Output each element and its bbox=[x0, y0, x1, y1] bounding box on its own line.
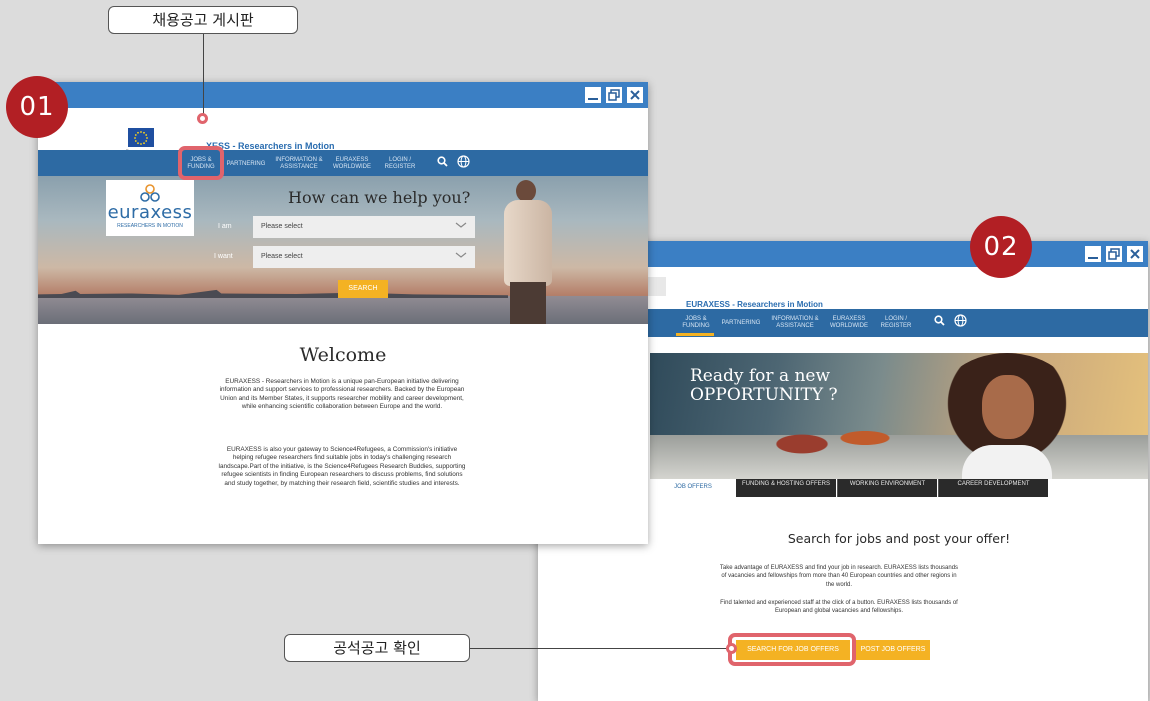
search-button[interactable]: SEARCH bbox=[338, 280, 388, 298]
nav-login-register[interactable]: LOGIN / REGISTER bbox=[381, 157, 419, 171]
site-title[interactable]: EURAXESS - Researchers in Motion bbox=[686, 300, 823, 309]
hero-photo bbox=[932, 353, 1082, 479]
tab-funding-hosting[interactable]: FUNDING & HOSTING OFFERS bbox=[736, 479, 836, 497]
active-nav-indicator bbox=[676, 333, 714, 336]
maximize-button[interactable] bbox=[605, 86, 623, 104]
nav-information-assistance[interactable]: INFORMATION & ASSISTANCE bbox=[770, 316, 820, 330]
hero-banner: euraxess RESEARCHERS IN MOTION How can w… bbox=[38, 176, 648, 324]
hero-banner: Ready for a new OPPORTUNITY ? bbox=[650, 353, 1148, 479]
main-navigation: JOBS & FUNDING PARTNERING INFORMATION & … bbox=[38, 150, 648, 177]
i-am-label: I am bbox=[218, 223, 232, 230]
welcome-paragraph-2: EURAXESS is also your gateway to Science… bbox=[218, 446, 466, 487]
highlight-marker bbox=[726, 643, 737, 654]
i-want-label: I want bbox=[214, 253, 233, 260]
callout-leader-line bbox=[470, 648, 732, 649]
maximize-button[interactable] bbox=[1105, 245, 1123, 263]
tab-career-development[interactable]: CAREER DEVELOPMENT bbox=[938, 479, 1048, 497]
nav-euraxess-worldwide[interactable]: EURAXESS WORLDWIDE bbox=[828, 316, 870, 330]
i-am-select-value: Please select bbox=[261, 223, 303, 230]
i-am-select[interactable]: Please select bbox=[253, 216, 475, 238]
tab-job-offers[interactable]: JOB OFFERS bbox=[650, 479, 736, 497]
post-job-offers-button[interactable]: POST JOB OFFERS bbox=[856, 640, 930, 660]
euraxess-mark-icon bbox=[140, 184, 160, 202]
hero-heading: Ready for a new OPPORTUNITY ? bbox=[690, 367, 838, 405]
tab-bar: JOB OFFERS FUNDING & HOSTING OFFERS WORK… bbox=[650, 479, 1148, 497]
welcome-paragraph-1: EURAXESS - Researchers in Motion is a un… bbox=[219, 378, 465, 411]
window-titlebar[interactable] bbox=[38, 82, 648, 108]
nav-login-register[interactable]: LOGIN / REGISTER bbox=[878, 316, 914, 330]
close-button[interactable] bbox=[626, 86, 644, 104]
intro-paragraph-1: Take advantage of EURAXESS and find your… bbox=[719, 565, 959, 588]
highlight-jobs-funding bbox=[178, 146, 224, 180]
welcome-heading: Welcome bbox=[299, 344, 387, 366]
euraxess-tagline: RESEARCHERS IN MOTION bbox=[117, 223, 183, 229]
tab-working-environment[interactable]: WORKING ENVIRONMENT bbox=[837, 479, 937, 497]
nav-information-assistance[interactable]: INFORMATION & ASSISTANCE bbox=[274, 157, 324, 171]
callout-job-board: 채용공고 게시판 bbox=[108, 6, 298, 34]
highlight-marker bbox=[197, 113, 208, 124]
globe-icon[interactable] bbox=[457, 155, 470, 171]
chevron-down-icon bbox=[455, 221, 467, 231]
search-icon[interactable] bbox=[934, 315, 945, 329]
nav-euraxess-worldwide[interactable]: EURAXESS WORLDWIDE bbox=[331, 157, 373, 171]
globe-icon[interactable] bbox=[954, 314, 967, 330]
intro-paragraph-2: Find talented and experienced staff at t… bbox=[720, 600, 958, 615]
euraxess-wordmark: euraxess bbox=[107, 202, 193, 223]
minimize-button[interactable] bbox=[1084, 245, 1102, 263]
window-titlebar[interactable] bbox=[648, 241, 1148, 267]
minimize-button[interactable] bbox=[584, 86, 602, 104]
euraxess-logo[interactable]: euraxess RESEARCHERS IN MOTION bbox=[106, 180, 194, 236]
i-want-select-value: Please select bbox=[261, 253, 303, 260]
hero-line-1: Ready for a new bbox=[690, 366, 831, 386]
hero-photo bbox=[500, 176, 568, 324]
nav-jobs-funding[interactable]: JOBS & FUNDING bbox=[678, 316, 714, 330]
hero-title: How can we help you? bbox=[288, 188, 471, 207]
search-icon[interactable] bbox=[437, 156, 448, 170]
i-want-select[interactable]: Please select bbox=[253, 246, 475, 268]
callout-leader-line bbox=[203, 34, 204, 116]
step-badge-01: 01 bbox=[6, 76, 68, 138]
nav-partnering[interactable]: PARTNERING bbox=[224, 161, 268, 168]
window-home: European Commission XESS - Researchers i… bbox=[38, 82, 648, 544]
hero-line-2: OPPORTUNITY ? bbox=[690, 385, 838, 405]
nav-partnering[interactable]: PARTNERING bbox=[720, 320, 762, 327]
section-title: Search for jobs and post your offer! bbox=[787, 531, 1011, 546]
callout-vacancy-check: 공석공고 확인 bbox=[284, 634, 470, 662]
highlight-search-job-offers bbox=[728, 633, 856, 666]
chevron-down-icon bbox=[455, 251, 467, 261]
eu-flag-icon bbox=[128, 128, 154, 147]
close-button[interactable] bbox=[1126, 245, 1144, 263]
step-badge-02: 02 bbox=[970, 216, 1032, 278]
